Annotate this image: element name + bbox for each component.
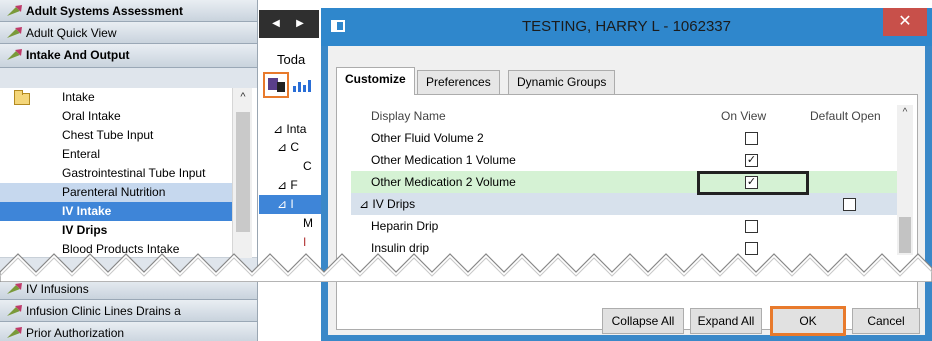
band-icon — [7, 5, 22, 16]
section-item-intake[interactable]: Intake — [0, 88, 232, 107]
band-icon — [7, 27, 22, 38]
band-label: Prior Authorization — [26, 326, 125, 340]
flowsheet-row[interactable]: ⊿ Inta — [273, 120, 321, 139]
flowsheet-row[interactable]: ⊿ I — [259, 195, 321, 214]
dialog-body: Customize Preferences Dynamic Groups Dis… — [328, 46, 925, 336]
column-default-open[interactable]: Default Open — [810, 105, 881, 127]
band-infusion-clinic-lines[interactable]: Infusion Clinic Lines Drains a — [0, 300, 257, 322]
section-item-oral-intake[interactable]: Oral Intake — [0, 107, 232, 126]
cancel-button[interactable]: Cancel — [852, 308, 920, 334]
row-label: Heparin Drip — [371, 219, 439, 233]
next-arrow-icon[interactable]: ▶ — [289, 16, 311, 32]
band-prior-authorization[interactable]: Prior Authorization — [0, 322, 257, 341]
section-list-scrollbar[interactable]: ^ — [232, 88, 252, 258]
section-item-gi-tube-input[interactable]: Gastrointestinal Tube Input — [0, 164, 232, 183]
ok-button[interactable]: OK — [770, 306, 846, 336]
band-icon — [7, 327, 22, 338]
column-on-view[interactable]: On View — [721, 105, 766, 127]
flowsheet-row[interactable]: M — [303, 214, 321, 233]
grid-row[interactable]: Other Medication 1 Volume ✓ — [351, 149, 907, 171]
section-item-iv-drips[interactable]: IV Drips — [0, 221, 232, 240]
collapse-all-button[interactable]: Collapse All — [602, 308, 684, 334]
band-label: IV Infusions — [26, 282, 89, 296]
band-icon — [7, 305, 22, 316]
prev-arrow-icon[interactable]: ◀ — [265, 16, 287, 32]
tab-preferences[interactable]: Preferences — [417, 70, 500, 94]
customize-dialog: TESTING, HARRY L - 1062337 ✕ Customize P… — [321, 8, 932, 341]
scroll-up-icon[interactable]: ^ — [233, 88, 253, 106]
flowsheet-strip: ◀ ▶ Toda ⊿ Inta ⊿ C C ⊿ F ⊿ I M I — [259, 0, 321, 341]
band-adult-systems-assessment[interactable]: Adult Systems Assessment — [0, 0, 257, 22]
on-view-checkbox[interactable]: ✓ — [745, 154, 758, 167]
on-view-checkbox[interactable] — [745, 132, 758, 145]
flowsheet-row[interactable]: ⊿ F — [277, 176, 321, 195]
grid-group-row[interactable]: ⊿ IV Drips — [351, 193, 907, 215]
customize-view-icon[interactable] — [263, 72, 289, 98]
flowsheet-row[interactable]: ⊿ C — [277, 138, 321, 157]
row-label: Other Medication 1 Volume — [371, 153, 516, 167]
band-intake-and-output[interactable]: Intake And Output — [0, 44, 257, 68]
section-item-enteral[interactable]: Enteral — [0, 145, 232, 164]
tab-dynamic-groups[interactable]: Dynamic Groups — [508, 70, 616, 94]
band-label: Adult Quick View — [26, 26, 117, 40]
flowsheet-row[interactable]: C — [303, 157, 321, 176]
customize-panel: Display Name On View Default Open Other … — [336, 94, 918, 330]
band-label: Intake And Output — [26, 48, 130, 62]
focus-highlight-box — [697, 171, 809, 195]
dialog-title: TESTING, HARRY L - 1062337 — [522, 18, 731, 35]
grid-header: Display Name On View Default Open — [351, 105, 907, 127]
column-display-name[interactable]: Display Name — [371, 105, 446, 127]
group-label: ⊿ IV Drips — [359, 197, 416, 211]
date-nav-bar: ◀ ▶ — [259, 10, 319, 38]
customize-icon-part — [277, 82, 285, 92]
grid-row[interactable]: Heparin Drip — [351, 215, 907, 237]
scroll-up-icon[interactable]: ^ — [897, 107, 913, 118]
dialog-titlebar[interactable]: TESTING, HARRY L - 1062337 ✕ — [321, 8, 932, 46]
default-open-checkbox[interactable] — [843, 198, 856, 211]
on-view-checkbox[interactable] — [745, 220, 758, 233]
band-icon — [7, 49, 22, 60]
tab-customize[interactable]: Customize — [336, 67, 415, 95]
navigator-panel: Adult Systems Assessment Adult Quick Vie… — [0, 0, 258, 341]
band-label: Infusion Clinic Lines Drains a — [26, 304, 181, 318]
section-item-parenteral-nutrition[interactable]: Parenteral Nutrition — [0, 183, 232, 202]
bar-chart-icon[interactable] — [293, 80, 311, 92]
scroll-thumb[interactable] — [236, 112, 250, 232]
band-icon — [7, 283, 22, 294]
section-item-chest-tube-input[interactable]: Chest Tube Input — [0, 126, 232, 145]
close-icon[interactable]: ✕ — [883, 8, 927, 36]
grid-row-selected[interactable]: Other Medication 2 Volume ✓ — [351, 171, 907, 193]
row-label: Other Fluid Volume 2 — [371, 131, 484, 145]
display-grid: Display Name On View Default Open Other … — [351, 105, 907, 257]
band-label: Adult Systems Assessment — [26, 4, 183, 18]
section-item-iv-intake[interactable]: IV Intake — [0, 202, 232, 221]
expand-all-button[interactable]: Expand All — [690, 308, 762, 334]
grid-row[interactable]: Other Fluid Volume 2 — [351, 127, 907, 149]
band-adult-quick-view[interactable]: Adult Quick View — [0, 22, 257, 44]
today-label[interactable]: Toda — [277, 52, 305, 67]
torn-edge-divider — [0, 253, 932, 282]
row-label: Other Medication 2 Volume — [371, 175, 516, 189]
grid-scrollbar[interactable]: ^ — [897, 105, 913, 255]
